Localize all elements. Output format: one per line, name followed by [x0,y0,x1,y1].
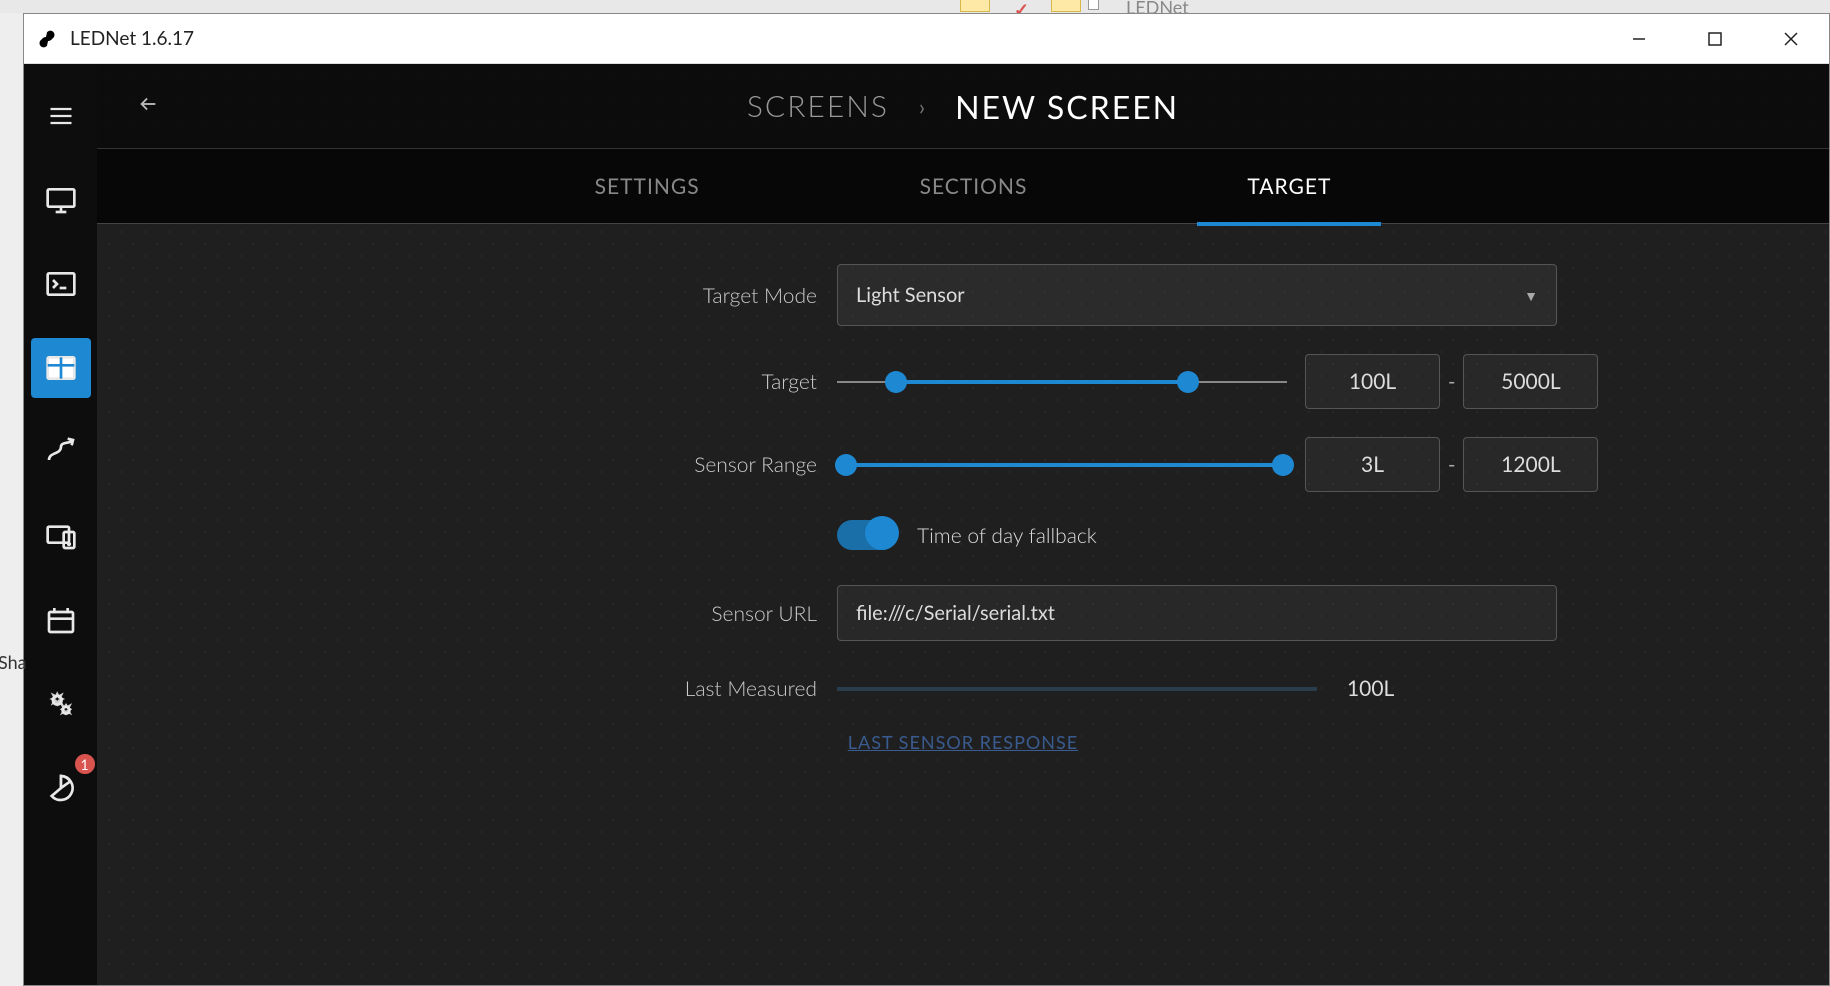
form-area: Target Mode Light Sensor ▼ Target [97,224,1829,985]
sensor-min-input[interactable]: 3L [1305,437,1440,492]
target-mode-select[interactable]: Light Sensor ▼ [837,264,1557,326]
sidebar-item-screens[interactable] [31,338,91,398]
tabs-bar: SETTINGS SECTIONS TARGET [97,149,1829,224]
tab-target[interactable]: TARGET [1227,152,1351,221]
target-max-thumb[interactable] [1177,371,1199,393]
app-window: LEDNet 1.6.17 [23,13,1830,986]
tab-sections[interactable]: SECTIONS [900,152,1048,221]
checkbox-icon [1088,0,1099,10]
last-measured-value: 100L [1347,676,1394,701]
chevron-down-icon: ▼ [1524,287,1538,304]
sensor-range-slider[interactable] [837,445,1287,485]
sensor-url-label: Sensor URL [97,601,837,626]
tab-settings[interactable]: SETTINGS [575,152,720,221]
last-measured-label: Last Measured [97,676,837,701]
target-min-thumb[interactable] [885,371,907,393]
sidebar-item-schedule[interactable] [31,590,91,650]
dash-separator: - [1448,370,1455,394]
dash-separator: - [1448,453,1455,477]
sidebar-item-route[interactable] [31,422,91,482]
behind-window-text: Sha [0,651,27,673]
target-min-input[interactable]: 100L [1305,354,1440,409]
maximize-button[interactable] [1677,14,1753,64]
minimize-button[interactable] [1601,14,1677,64]
sidebar-item-settings[interactable] [31,674,91,734]
folder-icon [960,0,990,12]
sidebar-item-stats[interactable]: 1 [31,758,91,818]
breadcrumb-parent[interactable]: SCREENS [747,88,889,124]
menu-toggle[interactable] [31,86,91,146]
titlebar: LEDNet 1.6.17 [24,14,1829,64]
close-button[interactable] [1753,14,1829,64]
sensor-url-input[interactable]: file:///c/Serial/serial.txt [837,585,1557,641]
sidebar-item-monitor[interactable] [31,170,91,230]
target-label: Target [97,369,837,394]
back-arrow-icon[interactable] [137,93,159,119]
last-measured-bar [837,687,1317,691]
fallback-label: Time of day fallback [917,523,1097,548]
sidebar: 1 [24,64,97,985]
select-value: Light Sensor [856,283,965,307]
window-title: LEDNet 1.6.17 [70,27,194,50]
breadcrumb-current: NEW SCREEN [955,87,1179,126]
chevron-right-icon: › [919,93,925,120]
fallback-toggle[interactable] [837,520,897,550]
toggle-knob [865,516,899,550]
desktop-taskbar-remnant: ✓ LEDNet [0,0,1830,13]
last-sensor-response-link[interactable]: LAST SENSOR RESPONSE [848,731,1078,753]
badge-count: 1 [73,752,97,776]
breadcrumb: SCREENS › NEW SCREEN [97,64,1829,149]
folder-icon [1051,0,1081,12]
app-body: 1 SCREENS › NEW SCREEN SETTINGS SECTIONS [24,64,1829,985]
sidebar-item-devices[interactable] [31,506,91,566]
target-max-input[interactable]: 5000L [1463,354,1598,409]
sensor-max-thumb[interactable] [1272,454,1294,476]
sensor-max-input[interactable]: 1200L [1463,437,1598,492]
sensor-min-thumb[interactable] [835,454,857,476]
sidebar-item-terminal[interactable] [31,254,91,314]
sensor-range-label: Sensor Range [97,452,837,477]
link-icon [36,28,58,50]
main-content: SCREENS › NEW SCREEN SETTINGS SECTIONS T… [97,64,1829,985]
target-range-slider[interactable] [837,362,1287,402]
target-mode-label: Target Mode [97,283,837,308]
